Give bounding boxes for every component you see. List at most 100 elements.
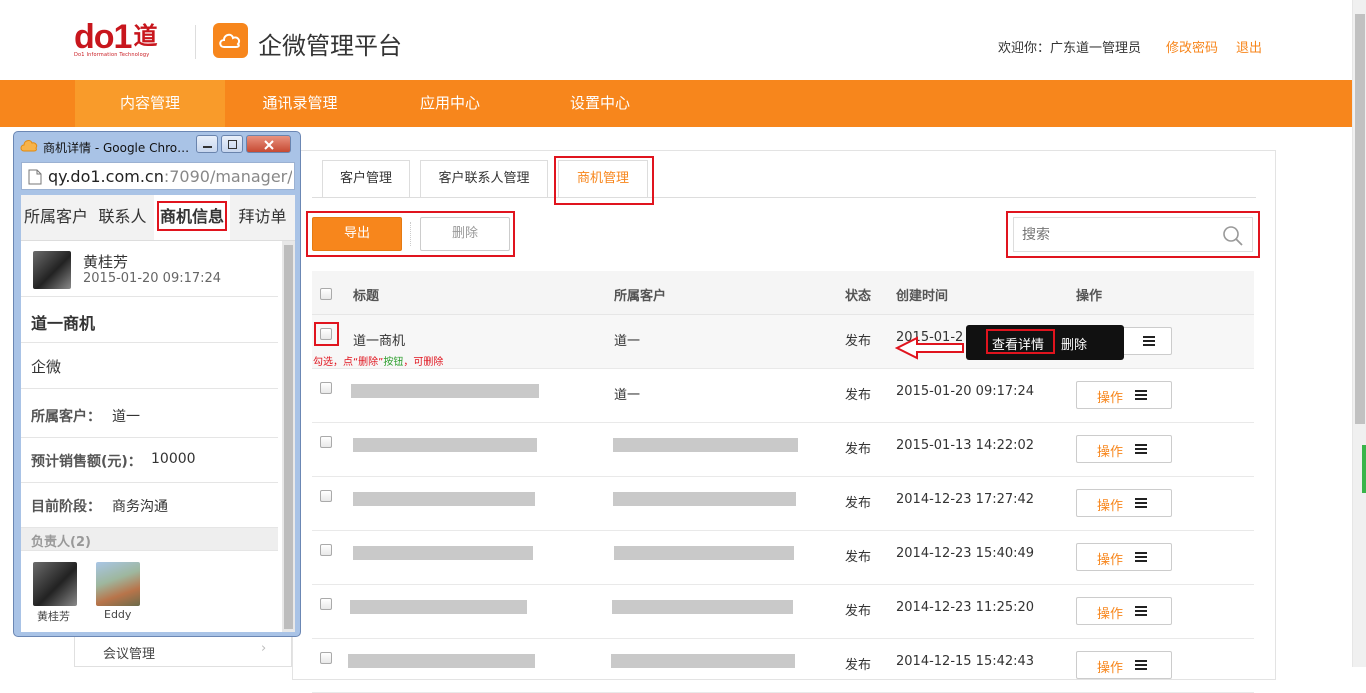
row-status: 发布 [845,442,872,457]
search-input[interactable] [1022,225,1212,245]
search-icon[interactable] [1222,225,1243,246]
blurred-customer [611,654,795,668]
row-checkbox[interactable] [320,382,332,394]
cloud-icon [213,23,248,58]
row-action-button[interactable]: 操作 [1076,597,1172,625]
tab-contacts[interactable]: 联系人 [91,195,154,241]
minimize-button[interactable] [196,135,218,153]
opportunity-title: 道一商机 [31,314,96,333]
close-icon [264,140,274,150]
sales-label: 预计销售额(元)： [31,454,142,470]
side-indicator [1362,445,1366,493]
change-password-link[interactable]: 修改密码 [1166,37,1218,56]
owner-avatar[interactable] [96,562,140,606]
row-action-button[interactable]: 操作 [1076,543,1172,571]
tab-customer-management[interactable]: 客户管理 [322,160,410,197]
row-status: 发布 [845,658,872,673]
export-button[interactable]: 导出 [312,217,402,251]
blurred-title [348,654,535,668]
tab-opportunity-info[interactable]: 商机信息 [154,195,230,241]
logo-subtitle: Do1 Information Technology [74,52,150,58]
row-checkbox[interactable] [320,436,332,448]
title-row: 道一商机 [21,298,278,343]
row-checkbox[interactable] [320,598,332,610]
tabs-divider [312,197,1256,198]
nav-item-settings[interactable]: 设置中心 [525,80,675,127]
customer-row: 所属客户： 道一 [21,393,278,438]
page-scrollbar[interactable] [1352,0,1366,667]
row-action-button[interactable]: 操作 [1076,381,1172,409]
tab-customer[interactable]: 所属客户 [21,195,91,241]
tab-opportunity-management[interactable]: 商机管理 [558,160,648,197]
tab-visit[interactable]: 拜访单 [230,195,295,241]
nav-item-apps[interactable]: 应用中心 [375,80,525,127]
row-checkbox[interactable] [320,544,332,556]
row-checkbox[interactable] [320,328,332,340]
delete-menu-item[interactable]: 删除 [1061,334,1087,353]
nav-item-contacts[interactable]: 通讯录管理 [225,80,375,127]
url-text: qy.do1.com.cn:7090/manager/c [48,167,292,186]
column-status: 状态 [845,289,872,304]
row-created: 2014-12-23 11:25:20 [896,600,1035,615]
tab-customer-contacts[interactable]: 客户联系人管理 [420,160,548,197]
menu-icon [1135,498,1147,508]
row-checkbox[interactable] [320,490,332,502]
row-action-popup: 查看详情 删除 [966,325,1124,360]
row-status: 发布 [845,550,872,565]
row-action-button[interactable]: 操作 [1076,435,1172,463]
blurred-title [353,492,535,506]
logout-link[interactable]: 退出 [1236,37,1262,56]
author-avatar [33,251,71,289]
minimize-icon [203,146,212,148]
welcome-text: 欢迎你：广东道一管理员 [998,41,1142,56]
row-status: 发布 [845,496,872,511]
menu-icon [1143,336,1155,346]
owner-name: 黄桂芳 [37,610,70,623]
left-arrow-annotation [895,336,964,360]
window-content: 所属客户 联系人 商机信息 拜访单 黄桂芳 2015-01-20 09:17:2… [21,195,295,632]
blurred-customer [613,492,796,506]
delete-hint: 勾选，点“删除”按钮，可删除 [313,357,444,368]
action-label: 操作 [1097,391,1124,406]
row-created: 2015-01-20 09:17:24 [896,384,1035,399]
page-icon [28,169,42,185]
customer-value: 道一 [112,409,140,425]
table-header [312,271,1254,315]
row-checkbox[interactable] [320,652,332,664]
close-button[interactable] [246,135,291,153]
sidebar-item-label: 会议管理 [103,647,156,662]
menu-icon [1135,390,1147,400]
sidebar-item-meeting[interactable]: 会议管理 › [74,637,292,667]
blurred-title [353,438,537,452]
menu-icon [1135,660,1147,670]
row-customer: 道一 [614,388,641,403]
window-scrollbar[interactable] [282,241,295,632]
row-action-button[interactable]: 操作 [1076,651,1172,679]
column-created: 创建时间 [896,289,949,304]
logo-divider [195,25,196,59]
action-label: 操作 [1097,607,1124,622]
opportunity-category: 企微 [31,358,62,376]
select-all-checkbox[interactable] [320,288,332,300]
blurred-title [353,546,533,560]
author-name: 黄桂芳 [83,253,129,271]
stage-value: 商务沟通 [112,499,168,515]
app-cloud-icon [20,140,38,152]
scrollbar-thumb[interactable] [1355,14,1365,424]
stage-label: 目前阶段： [31,499,101,515]
menu-icon [1135,444,1147,454]
action-label: 操作 [1097,499,1124,514]
maximize-button[interactable] [221,135,243,153]
blurred-customer [612,600,793,614]
address-bar[interactable]: qy.do1.com.cn:7090/manager/c [21,162,295,190]
blurred-customer [614,546,794,560]
row-action-button[interactable]: 操作 [1076,489,1172,517]
owner-avatar[interactable] [33,562,77,606]
delete-button[interactable]: 删除 [420,217,510,251]
menu-icon [1135,552,1147,562]
toolbar-separator [410,222,411,246]
window-scrollbar-thumb[interactable] [284,245,293,629]
nav-item-content[interactable]: 内容管理 [75,80,225,127]
view-detail-menu-item[interactable]: 查看详情 [992,334,1044,353]
do1-logo[interactable]: do1道 [74,20,157,54]
